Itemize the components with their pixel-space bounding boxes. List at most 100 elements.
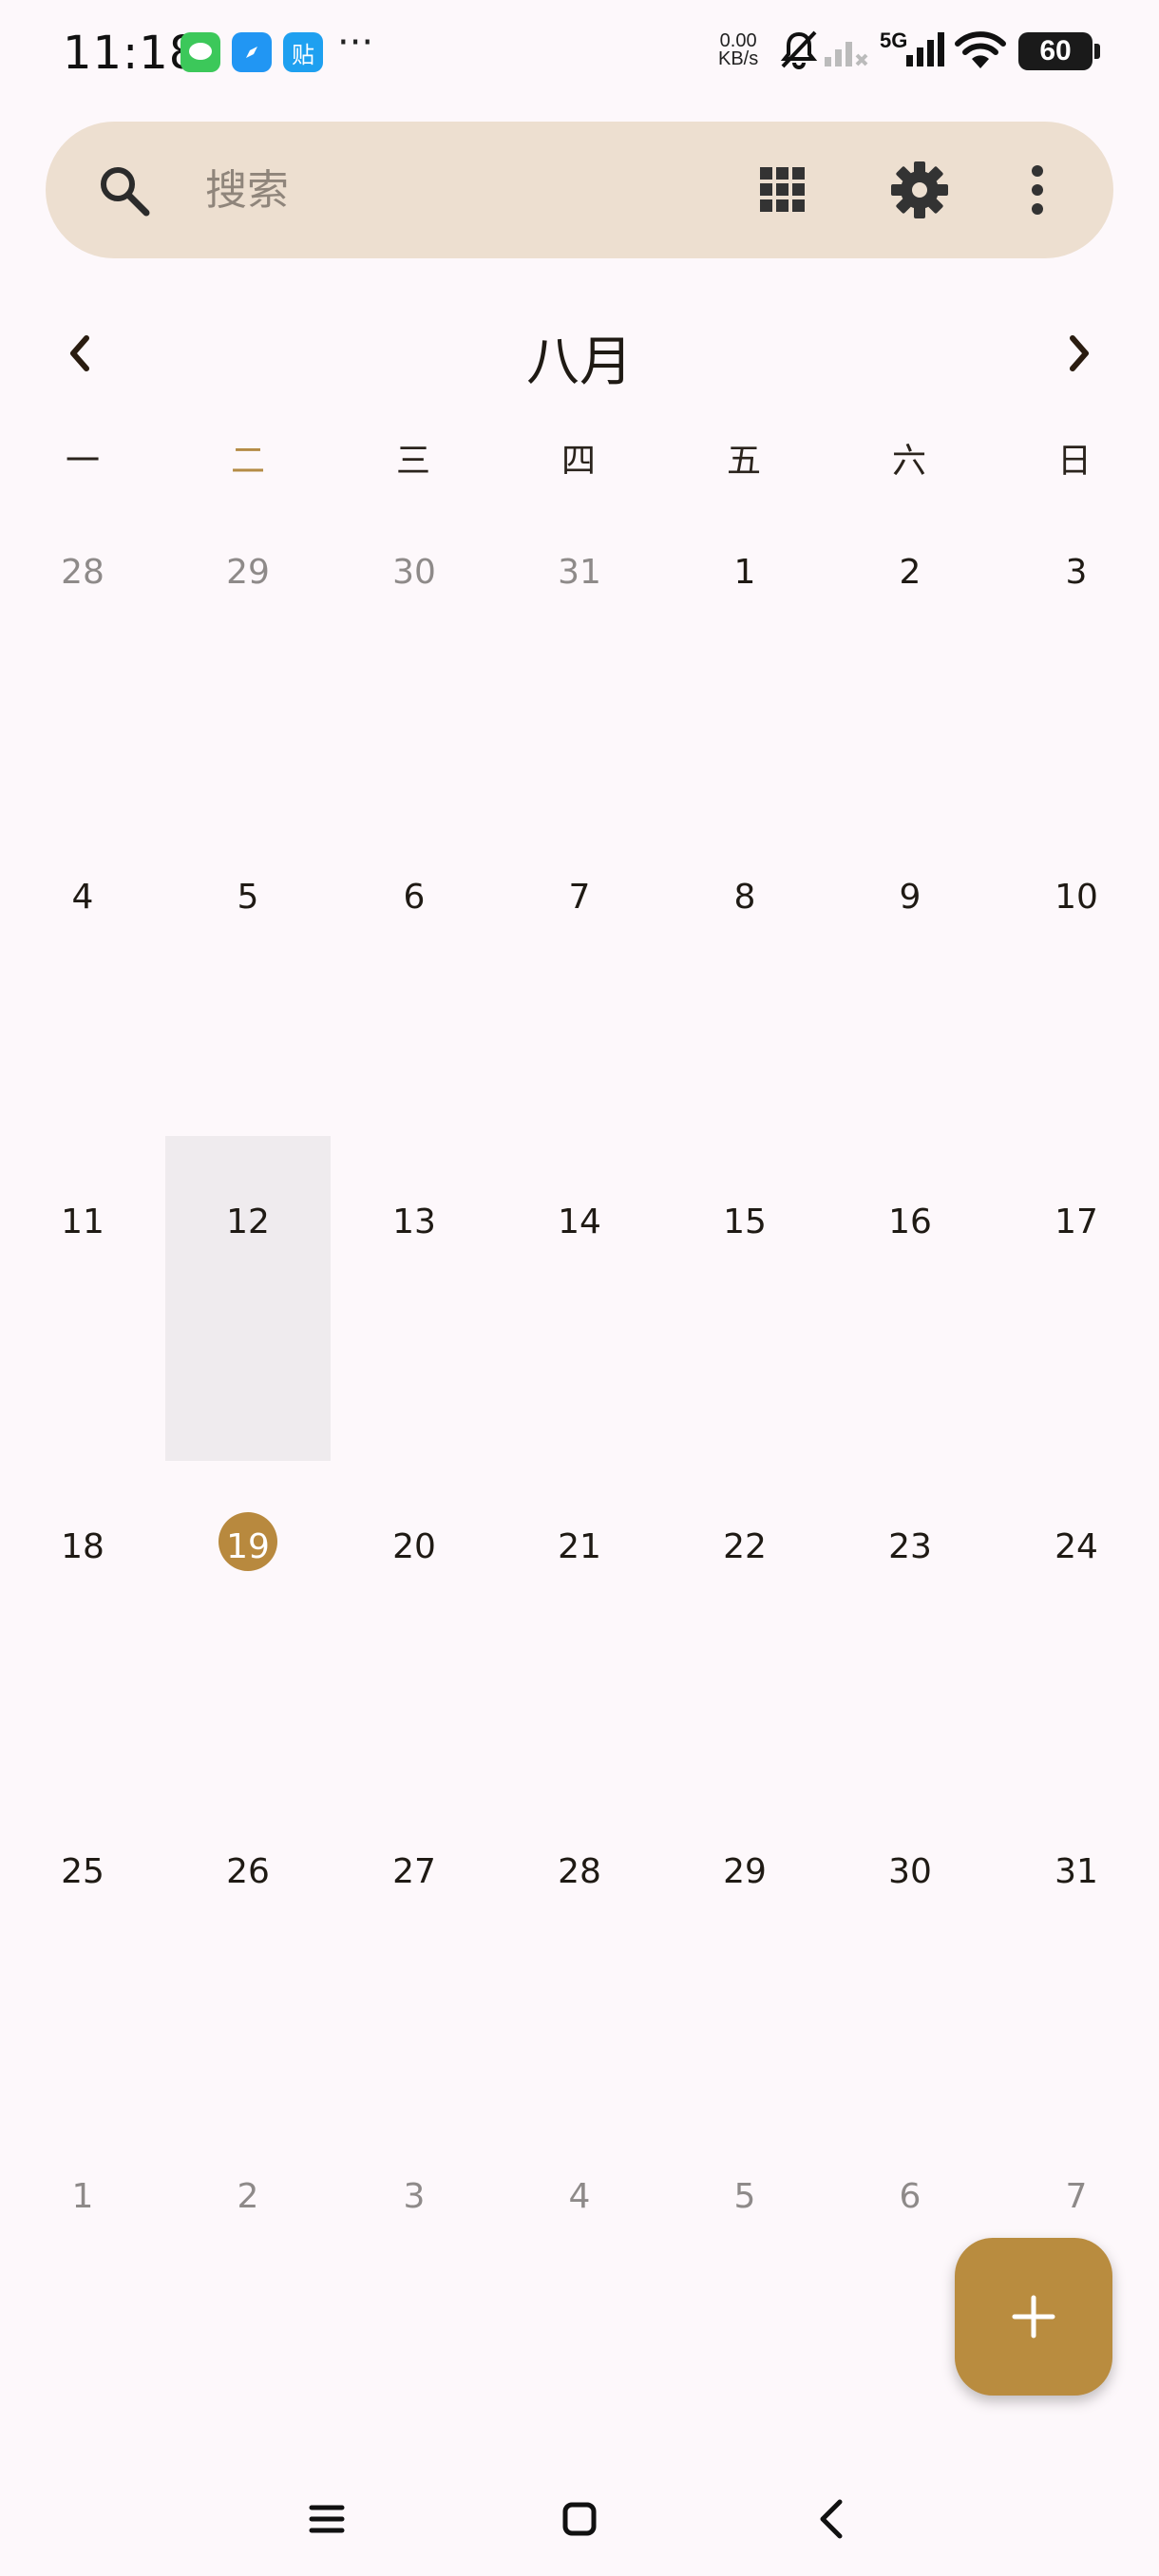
day-number: 8 (733, 878, 756, 917)
day-number: 21 (558, 1527, 601, 1566)
day-cell[interactable]: 17 (994, 1136, 1159, 1461)
day-cell[interactable]: 31 (497, 486, 662, 811)
more-vert-icon (1032, 165, 1043, 215)
day-number: 11 (61, 1203, 104, 1241)
day-number: 5 (237, 878, 259, 917)
day-cell[interactable]: 23 (827, 1461, 993, 1786)
day-cell[interactable]: 7 (497, 811, 662, 1136)
day-cell[interactable]: 1 (0, 2111, 165, 2435)
day-cell[interactable]: 26 (165, 1786, 331, 2111)
day-cell[interactable]: 15 (662, 1136, 827, 1461)
day-cell[interactable]: 8 (662, 811, 827, 1136)
chevron-right-icon (1070, 335, 1089, 371)
day-cell[interactable]: 20 (332, 1461, 497, 1786)
weekday-label: 一 (65, 442, 100, 481)
day-number: 6 (403, 878, 426, 917)
day-cell[interactable]: 2 (165, 2111, 331, 2435)
day-number: 14 (558, 1203, 601, 1241)
day-number: 9 (899, 878, 922, 917)
day-cell[interactable]: 4 (497, 2111, 662, 2435)
menu-icon (309, 2505, 345, 2533)
day-number: 31 (558, 553, 601, 592)
next-month-button[interactable] (1049, 319, 1110, 388)
day-cell[interactable]: 31 (994, 1786, 1159, 2111)
week-row: 4 5 6 7 8 9 10 (0, 811, 1159, 1136)
week-row: 18 19 20 21 22 23 24 (0, 1461, 1159, 1786)
day-cell[interactable]: 2 (827, 486, 993, 811)
day-cell[interactable]: 29 (165, 486, 331, 811)
grid-view-button[interactable] (752, 160, 813, 220)
day-number: 4 (71, 878, 94, 917)
day-cell[interactable]: 25 (0, 1786, 165, 2111)
day-cell[interactable]: 9 (827, 811, 993, 1136)
week-row: 25 26 27 28 29 30 31 (0, 1786, 1159, 2111)
weekday-label: 四 (560, 442, 596, 481)
day-cell[interactable]: 3 (994, 486, 1159, 811)
day-cell[interactable]: 11 (0, 1136, 165, 1461)
day-number: 19 (226, 1527, 270, 1566)
day-number: 17 (1054, 1203, 1098, 1241)
day-cell[interactable]: 5 (662, 2111, 827, 2435)
day-cell[interactable]: 10 (994, 811, 1159, 1136)
more-options-button[interactable] (1007, 160, 1068, 220)
day-cell[interactable]: 6 (332, 811, 497, 1136)
day-cell[interactable]: 14 (497, 1136, 662, 1461)
day-cell[interactable]: 28 (0, 486, 165, 811)
grid-icon (760, 167, 805, 212)
gear-icon (891, 161, 948, 218)
day-cell[interactable]: 28 (497, 1786, 662, 2111)
weekday-label: 二 (230, 442, 265, 481)
day-number: 30 (888, 1852, 932, 1891)
day-number: 30 (392, 553, 436, 592)
settings-button[interactable] (889, 160, 950, 220)
battery-tip (1094, 44, 1100, 59)
day-number: 29 (723, 1852, 767, 1891)
month-title[interactable]: 八月 (390, 319, 770, 396)
day-cell[interactable]: 4 (0, 811, 165, 1136)
weekday-label: 六 (891, 442, 926, 481)
day-cell[interactable]: 18 (0, 1461, 165, 1786)
search-icon[interactable] (95, 161, 154, 220)
day-cell[interactable]: 24 (994, 1461, 1159, 1786)
back-arrow-icon (820, 2499, 843, 2539)
day-number: 1 (733, 553, 756, 592)
day-cell[interactable]: 22 (662, 1461, 827, 1786)
tieba-icon-label: 贴 (292, 41, 314, 68)
day-cell-selected[interactable]: 12 (165, 1136, 331, 1461)
day-cell[interactable]: 30 (827, 1786, 993, 2111)
home-button[interactable] (542, 2481, 618, 2557)
search-input[interactable] (205, 160, 699, 220)
status-bar: 11:18 贴 ··· 0.00 KB/s 5G 60 (0, 0, 1159, 104)
day-number: 15 (723, 1203, 767, 1241)
day-number: 24 (1054, 1527, 1098, 1566)
day-cell[interactable]: 16 (827, 1136, 993, 1461)
back-button[interactable] (794, 2481, 870, 2557)
weekday-header: 一 二 三 四 五 六 日 (0, 433, 1159, 490)
day-cell[interactable]: 5 (165, 811, 331, 1136)
add-event-button[interactable] (955, 2238, 1112, 2396)
day-number: 23 (888, 1527, 932, 1566)
tieba-app-icon: 贴 (283, 32, 323, 72)
day-number: 12 (226, 1203, 270, 1241)
weekday-label: 三 (395, 442, 430, 481)
day-number: 7 (568, 878, 591, 917)
recent-apps-button[interactable] (289, 2481, 365, 2557)
day-cell-today[interactable]: 19 (165, 1461, 331, 1786)
day-cell[interactable]: 30 (332, 486, 497, 811)
weekday-label: 五 (726, 442, 761, 481)
status-time: 11:18 (63, 27, 200, 80)
day-number: 28 (61, 553, 104, 592)
chevron-left-icon (70, 335, 89, 371)
weekday-label: 日 (1056, 442, 1092, 481)
wifi-icon (955, 31, 1006, 68)
day-cell[interactable]: 13 (332, 1136, 497, 1461)
day-cell[interactable]: 3 (332, 2111, 497, 2435)
day-cell[interactable]: 1 (662, 486, 827, 811)
day-cell[interactable]: 29 (662, 1786, 827, 2111)
day-number: 2 (237, 2177, 259, 2216)
day-number: 10 (1054, 878, 1098, 917)
day-cell[interactable]: 27 (332, 1786, 497, 2111)
previous-month-button[interactable] (49, 319, 110, 388)
day-cell[interactable]: 21 (497, 1461, 662, 1786)
bell-muted-icon (780, 30, 818, 69)
